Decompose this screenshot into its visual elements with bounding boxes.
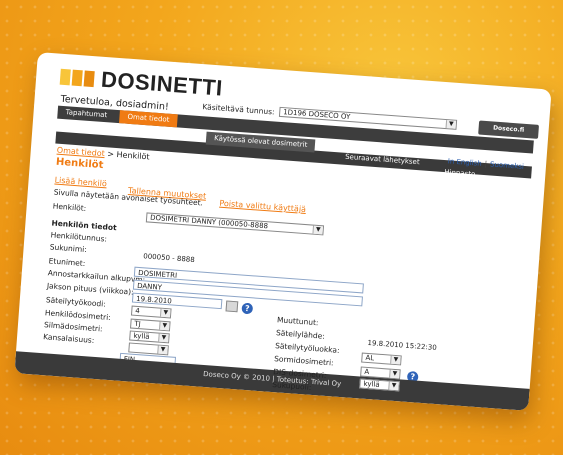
chevron-down-icon: ▼ [389, 369, 400, 379]
tab-hinnasto[interactable]: Hinnasto [436, 166, 484, 182]
section-heading: Henkilön tiedot [51, 218, 117, 233]
logo-text: DOSINETTI [100, 66, 224, 101]
chevron-down-icon: ▼ [157, 345, 168, 355]
logo-block-icon [83, 70, 95, 88]
help-icon[interactable]: ? [241, 302, 254, 315]
calendar-icon[interactable] [225, 300, 239, 313]
surname-label: Sukunimi: [49, 242, 88, 255]
logo-block-icon [71, 69, 83, 87]
firstname-label: Etunimet: [48, 256, 86, 269]
work-code-select[interactable]: 4 ▼ [130, 305, 172, 319]
delete-user-link[interactable]: Poista valittu käyttäjä [219, 199, 306, 214]
tab-kirjaudu-ulos[interactable]: Kirjaudu ulos [483, 177, 531, 202]
eye-dosimeter-label: Silmädosimetri: [43, 320, 103, 334]
source-label: Säteilylähde: [275, 328, 326, 341]
brand-button[interactable]: Doseco.fi [478, 120, 540, 139]
class-label: Säteilytyöluokka: [274, 341, 340, 355]
chevron-down-icon: ▼ [158, 333, 169, 343]
handled-label: Käsiteltävä tunnus: [202, 102, 275, 117]
person-dosimeter-select[interactable]: TJ ▼ [129, 318, 171, 332]
source-select[interactable]: AL ▼ [361, 352, 402, 366]
nationality-label: Kansalaisuus: [42, 332, 95, 345]
persons-label: Henkilöt: [52, 201, 87, 213]
chevron-down-icon: ▼ [388, 381, 399, 391]
changed-label: Muuttunut: [276, 315, 319, 328]
changed-value: 19.8.2010 15:22:30 [367, 338, 437, 352]
period-label: Jakson pituus (viikkoa): [46, 281, 134, 297]
eye-dosimeter-select[interactable]: kyllä ▼ [129, 330, 170, 344]
tab-omat-tiedot[interactable]: Omat tiedot [119, 110, 178, 128]
chevron-down-icon: ▼ [159, 308, 171, 318]
work-code-label: Säteilytyökoodi: [45, 295, 107, 309]
chevron-down-icon: ▼ [158, 321, 170, 331]
logo-block-icon [59, 68, 71, 86]
id-label: Henkilötunnus: [50, 230, 108, 244]
chevron-down-icon: ▼ [445, 120, 457, 129]
add-person-link[interactable]: Lisää henkilö [54, 176, 107, 189]
surname-value: 000050 - 8888 [143, 252, 195, 265]
app-window: DOSINETTI Tervetuloa, dosiadmin! Käsitel… [14, 52, 552, 411]
tab-lahetykset[interactable]: Seuraavat lähetykset [337, 150, 428, 170]
chevron-down-icon: ▼ [390, 355, 401, 365]
finger-label: Sormidosimetri: [273, 354, 334, 368]
chevron-down-icon: ▼ [312, 225, 323, 235]
page-title: Henkilöt [55, 156, 104, 172]
separator: | [484, 160, 488, 169]
persons-select[interactable]: DOSIMETRI DANNY (000050-8888 ▼ [145, 212, 325, 236]
